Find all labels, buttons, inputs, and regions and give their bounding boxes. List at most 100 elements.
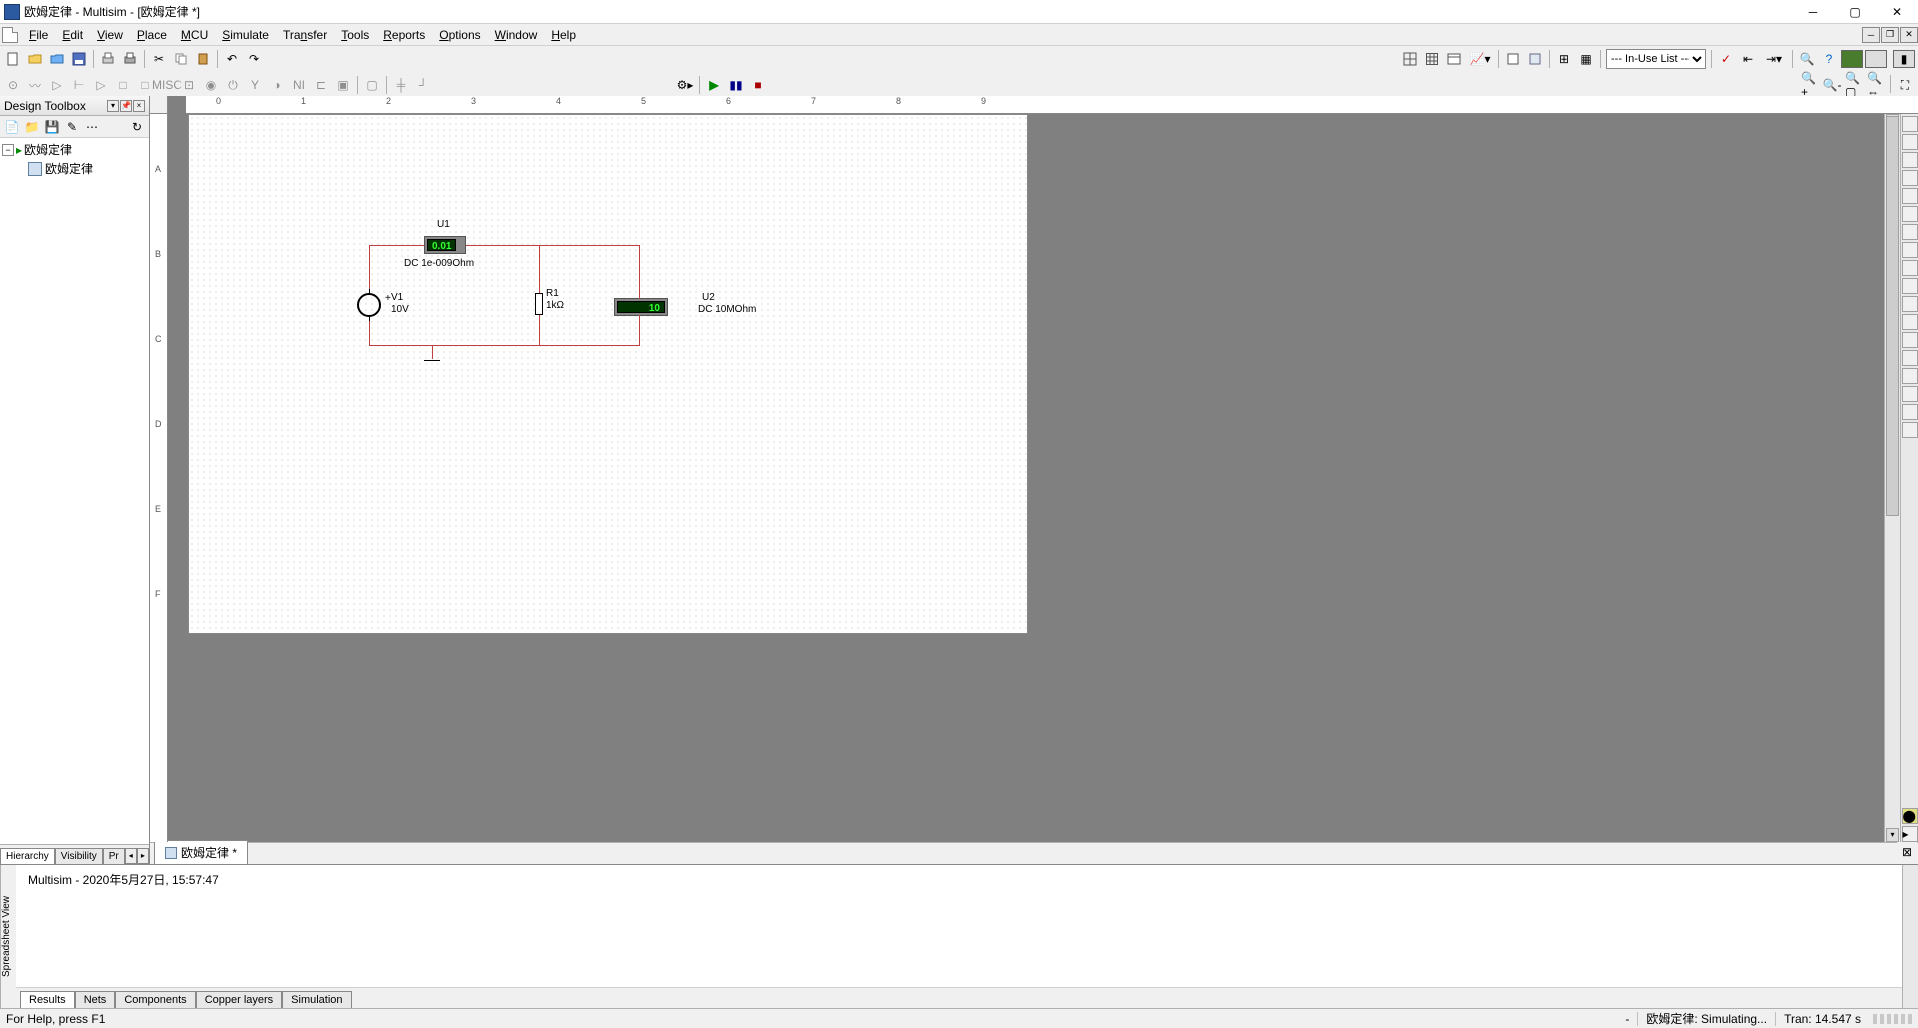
menu-transfer[interactable]: Transfer (276, 26, 334, 44)
help-button[interactable]: ? (1819, 49, 1839, 69)
place-transistor-button[interactable]: ⊢ (69, 75, 89, 95)
spreadsheet-button[interactable] (1444, 49, 1464, 69)
back-annotate-button[interactable]: ⇤ (1738, 49, 1758, 69)
browser-button[interactable] (1525, 49, 1545, 69)
function-gen-icon[interactable] (1902, 134, 1918, 150)
menu-window[interactable]: Window (488, 26, 545, 44)
toolbox-dropdown-button[interactable]: ▾ (107, 100, 119, 112)
place-power-button[interactable]: ⏻ (223, 75, 243, 95)
scroll-thumb[interactable] (1886, 116, 1899, 516)
toolbox-misc-icon[interactable]: ⋯ (83, 118, 101, 136)
place-bus-button[interactable]: ╪ (391, 75, 411, 95)
tab-scroll-left[interactable]: ◂ (125, 848, 137, 864)
open-button[interactable] (25, 49, 45, 69)
tab-scroll-right[interactable]: ▸ (137, 848, 149, 864)
tek-scope-icon[interactable] (1902, 422, 1918, 438)
electrical-rules-button[interactable]: ✓ (1716, 49, 1736, 69)
tab-hierarchy[interactable]: Hierarchy (0, 848, 55, 864)
new-button[interactable] (3, 49, 23, 69)
toolbox-pin-button[interactable]: 📌 (120, 100, 132, 112)
breadboard-button[interactable]: ⊞ (1554, 49, 1574, 69)
tab-visibility[interactable]: Visibility (55, 848, 103, 864)
four-ch-scope-icon[interactable] (1902, 188, 1918, 204)
spectrum-icon[interactable] (1902, 332, 1918, 348)
mdi-restore-button[interactable]: ❐ (1881, 27, 1899, 43)
wattmeter-icon[interactable] (1902, 152, 1918, 168)
agilent-scope-icon[interactable] (1902, 404, 1918, 420)
toolbox-rename-icon[interactable]: ✎ (63, 118, 81, 136)
toolbox-close-button[interactable]: × (133, 100, 145, 112)
interactive-sim-settings-button[interactable]: ⚙▸ (675, 75, 695, 95)
oscilloscope-icon[interactable] (1902, 170, 1918, 186)
tree-root-item[interactable]: − ▸ 欧姆定律 (2, 140, 147, 159)
zoom-area-button[interactable]: 🔍▢ (1844, 75, 1864, 95)
find-button[interactable]: 🔍 (1797, 49, 1817, 69)
redo-button[interactable]: ↷ (244, 49, 264, 69)
zoom-fit-button[interactable]: 🔍⇔ (1866, 75, 1886, 95)
place-indicator-button[interactable]: ◉ (201, 75, 221, 95)
place-hierarchical-button[interactable]: ▢ (362, 75, 382, 95)
zoom-out-button[interactable]: 🔍- (1822, 75, 1842, 95)
copy-button[interactable] (171, 49, 191, 69)
tab-nets[interactable]: Nets (75, 991, 116, 1008)
labview-icon[interactable]: ⬤ (1902, 808, 1918, 824)
voltage-source-v1[interactable] (357, 293, 381, 317)
paste-button[interactable] (193, 49, 213, 69)
schematic-canvas[interactable]: 0.01 U1 DC 1e-009Ohm (168, 114, 1884, 842)
freq-counter-icon[interactable] (1902, 224, 1918, 240)
menu-options[interactable]: Options (432, 26, 487, 44)
menu-edit[interactable]: Edit (55, 26, 90, 44)
tree-expand-icon[interactable]: − (2, 144, 14, 156)
agilent-fg-icon[interactable] (1902, 368, 1918, 384)
menu-view[interactable]: View (90, 26, 130, 44)
place-ni-button[interactable]: NI (289, 75, 309, 95)
agilent-mm-icon[interactable] (1902, 386, 1918, 402)
save-button[interactable] (69, 49, 89, 69)
ammeter-u1[interactable]: 0.01 (424, 236, 466, 254)
ground-symbol[interactable] (424, 359, 440, 361)
tab-simulation[interactable]: Simulation (282, 991, 351, 1008)
sim-switch-off[interactable] (1865, 50, 1887, 68)
forward-annotate-button[interactable]: ⇥▾ (1760, 49, 1788, 69)
menu-help[interactable]: Help (544, 26, 583, 44)
network-icon[interactable] (1902, 350, 1918, 366)
place-analog-button[interactable]: ▷ (91, 75, 111, 95)
place-junction-button[interactable]: ┘ (413, 75, 433, 95)
spreadsheet-scrollbar[interactable] (1902, 865, 1918, 1008)
menu-tools[interactable]: Tools (334, 26, 376, 44)
bode-plotter-icon[interactable] (1902, 206, 1918, 222)
close-button[interactable]: ✕ (1876, 0, 1918, 24)
print-button[interactable] (120, 49, 140, 69)
toolbox-open-icon[interactable]: 📁 (23, 118, 41, 136)
mdi-close-button[interactable]: ✕ (1900, 27, 1918, 43)
toolbox-new-icon[interactable]: 📄 (3, 118, 21, 136)
menu-reports[interactable]: Reports (376, 26, 432, 44)
logic-analyzer-icon[interactable] (1902, 260, 1918, 276)
multimeter-icon[interactable] (1902, 116, 1918, 132)
place-basic-button[interactable]: 〰 (25, 75, 45, 95)
grid-component-button[interactable] (1422, 49, 1442, 69)
postprocessor-button[interactable] (1503, 49, 1523, 69)
place-diode-button[interactable]: ▷ (47, 75, 67, 95)
open-examples-button[interactable] (47, 49, 67, 69)
tree-child-item[interactable]: 欧姆定律 (2, 159, 147, 178)
voltmeter-u2[interactable]: 10 (614, 298, 668, 316)
place-rf-button[interactable]: Y (245, 75, 265, 95)
place-source-button[interactable]: ⊙ (3, 75, 23, 95)
mdi-minimize-button[interactable]: ─ (1862, 27, 1880, 43)
pause-button[interactable]: ▮▮ (726, 75, 746, 95)
fullscreen-button[interactable]: ⛶ (1895, 75, 1915, 95)
distortion-icon[interactable] (1902, 314, 1918, 330)
resistor-r1[interactable] (535, 293, 543, 315)
undo-button[interactable]: ↶ (222, 49, 242, 69)
place-electro-button[interactable]: ◑ (267, 75, 287, 95)
tab-components[interactable]: Components (115, 991, 195, 1008)
sim-switch-on[interactable] (1841, 50, 1863, 68)
scroll-down-arrow[interactable]: ▾ (1886, 828, 1899, 842)
current-probe-icon[interactable]: ▸ (1902, 826, 1918, 842)
cut-button[interactable]: ✂ (149, 49, 169, 69)
toolbox-save-icon[interactable]: 💾 (43, 118, 61, 136)
tab-results[interactable]: Results (20, 991, 75, 1008)
place-advanced-button[interactable]: ⊡ (179, 75, 199, 95)
grapher-button[interactable]: 📈▾ (1466, 49, 1494, 69)
